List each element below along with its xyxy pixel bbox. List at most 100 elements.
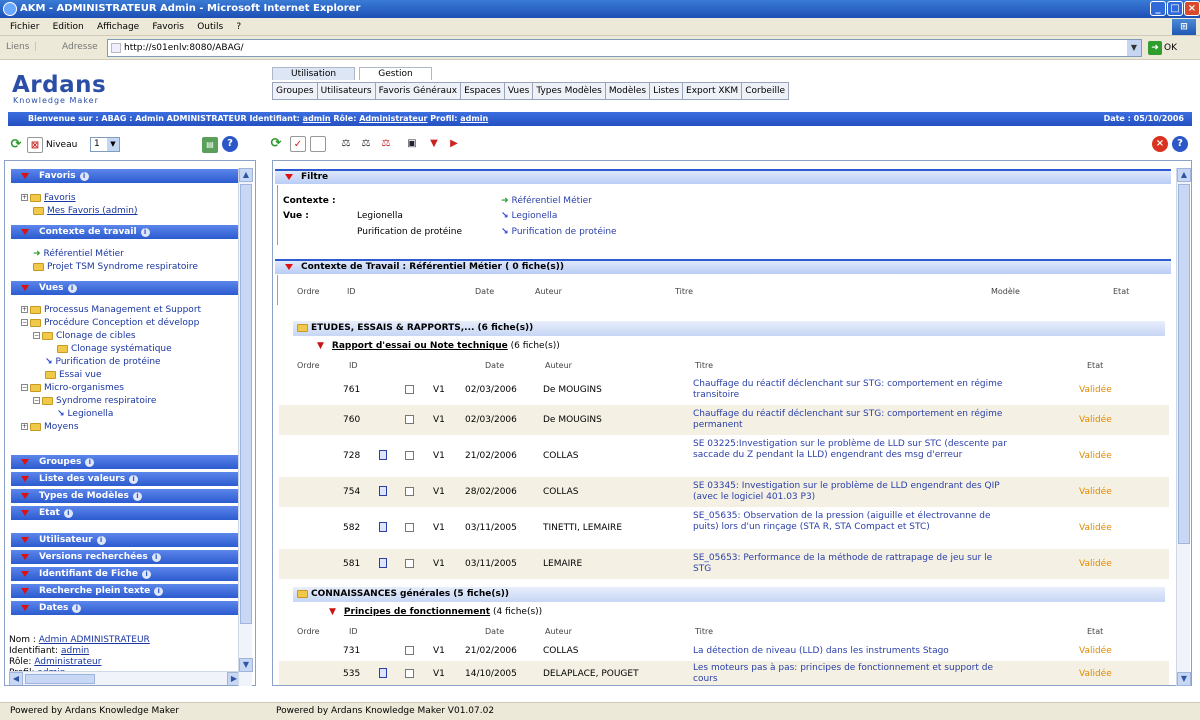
row-checkbox[interactable] — [405, 451, 414, 460]
table-row[interactable]: 760 V1 02/03/2006 De MOUGINS Chauffage d… — [279, 405, 1169, 435]
info-icon[interactable]: i — [67, 284, 77, 293]
scroll-down-icon[interactable]: ▼ — [1177, 672, 1191, 686]
info-icon[interactable]: i — [72, 604, 82, 613]
col-titre[interactable]: Titre — [695, 361, 713, 370]
col-id[interactable]: ID — [349, 361, 358, 370]
scroll-left-icon[interactable]: ◀ — [9, 672, 23, 685]
tree-item-essai-vue[interactable]: Essai vue — [45, 370, 102, 380]
tree-item-procedure[interactable]: − Procédure Conception et développ — [21, 318, 199, 328]
info-icon[interactable]: i — [132, 492, 142, 501]
row-checkbox[interactable] — [405, 646, 414, 655]
check-all-icon[interactable]: ✓ — [290, 136, 306, 152]
info-icon[interactable]: i — [79, 172, 89, 181]
filter-section[interactable]: Filtre — [275, 169, 1171, 184]
info-icon[interactable]: i — [140, 228, 150, 237]
nav-utilisateurs[interactable]: Utilisateurs — [318, 83, 376, 99]
expand-icon[interactable]: + — [21, 423, 28, 430]
row-checkbox[interactable] — [405, 385, 414, 394]
welcome-profil-link[interactable]: admin — [460, 114, 488, 123]
col-modele[interactable]: Modèle — [991, 287, 1020, 296]
col-auteur[interactable]: Auteur — [545, 361, 572, 370]
section-etat[interactable]: Etat i — [11, 506, 243, 520]
nav-vues[interactable]: Vues — [505, 83, 534, 99]
tree-item-referentiel[interactable]: ➜ Référentiel Métier — [33, 249, 124, 259]
nav-export-xkm[interactable]: Export XKM — [683, 83, 743, 99]
clear-filter-icon[interactable]: ⊠ — [27, 137, 43, 153]
collapse-tree-icon[interactable]: − — [21, 384, 28, 391]
subcategory-principes[interactable]: ▼ Principes de fonctionnement (4 fiche(s)… — [329, 607, 542, 617]
export-icon[interactable]: ▤ — [202, 137, 218, 153]
category-connaissances[interactable]: CONNAISSANCES générales (5 fiche(s)) — [293, 587, 1165, 602]
refresh-icon[interactable]: ⟳ — [268, 136, 284, 152]
info-icon[interactable]: i — [96, 536, 106, 545]
nav-listes[interactable]: Listes — [650, 83, 684, 99]
section-favoris[interactable]: Favoris i — [11, 169, 243, 183]
col-date[interactable]: Date — [475, 287, 494, 296]
close-window-button[interactable]: × — [1184, 1, 1200, 16]
row-titre[interactable]: La détection de niveau (LLD) dans les in… — [693, 646, 1033, 657]
section-utilisateur[interactable]: Utilisateur i — [11, 533, 243, 547]
col-titre[interactable]: Titre — [695, 627, 713, 636]
nav-types-modeles[interactable]: Types Modèles — [533, 83, 606, 99]
address-input[interactable]: http://s01enlv:8080/ABAG/ ▼ — [107, 39, 1142, 57]
tree-item-clonage-cibles[interactable]: − Clonage de cibles — [33, 331, 136, 341]
category-etudes[interactable]: ETUDES, ESSAIS & RAPPORTS,... (6 fiche(s… — [293, 321, 1165, 336]
chevron-down-icon[interactable]: ▼ — [1127, 40, 1141, 56]
row-titre[interactable]: SE_05635: Observation de la pression (ai… — [693, 511, 1013, 533]
expand-all-icon[interactable]: ▶ — [446, 136, 462, 152]
info-icon[interactable]: i — [142, 570, 152, 579]
section-recherche[interactable]: Recherche plein texte i — [11, 584, 243, 598]
collapse-tree-icon[interactable]: − — [21, 319, 28, 326]
col-auteur[interactable]: Auteur — [535, 287, 562, 296]
row-checkbox[interactable] — [405, 559, 414, 568]
welcome-id-link[interactable]: admin — [303, 114, 331, 123]
scroll-thumb[interactable] — [240, 184, 252, 624]
help-icon[interactable]: ? — [222, 136, 238, 152]
collapse-all-icon[interactable]: ▼ — [426, 136, 442, 152]
scroll-thumb[interactable] — [25, 674, 95, 684]
tree-item-favoris[interactable]: + Favoris — [21, 193, 76, 203]
col-titre[interactable]: Titre — [675, 287, 693, 296]
row-titre[interactable]: SE 03225:Investigation sur le problème d… — [693, 439, 1013, 461]
maximize-button[interactable]: □ — [1167, 1, 1183, 16]
section-contexte[interactable]: Contexte de travail i — [11, 225, 243, 239]
menu-outils[interactable]: Outils — [197, 22, 223, 32]
row-titre[interactable]: Chauffage du réactif déclenchant sur STG… — [693, 409, 1013, 431]
menu-edition[interactable]: Edition — [53, 22, 84, 32]
info-icon[interactable]: i — [85, 458, 95, 467]
uncheck-all-icon[interactable] — [310, 136, 326, 152]
scroll-up-icon[interactable]: ▲ — [239, 168, 253, 182]
col-ordre[interactable]: Ordre — [297, 287, 320, 296]
nav-modeles[interactable]: Modèles — [606, 83, 651, 99]
context-section[interactable]: Contexte de Travail : Référentiel Métier… — [275, 259, 1171, 274]
row-titre[interactable]: Les moteurs pas à pas: principes de fonc… — [693, 663, 1013, 685]
row-checkbox[interactable] — [405, 523, 414, 532]
table-row[interactable]: 754 V1 28/02/2006 COLLAS SE 03345: Inves… — [279, 477, 1169, 507]
table-row[interactable]: 761 V1 02/03/2006 De MOUGINS Chauffage d… — [279, 375, 1169, 405]
tree-item-projet-tsm[interactable]: Projet TSM Syndrome respiratoire — [33, 262, 198, 272]
filter-contexte-link[interactable]: ➜ Référentiel Métier — [501, 196, 592, 206]
left-vscrollbar[interactable]: ▲ ▼ — [238, 168, 253, 686]
tree-item-clonage-systematique[interactable]: Clonage systématique — [57, 344, 172, 354]
tab-gestion[interactable]: Gestion — [359, 67, 432, 80]
col-ordre[interactable]: Ordre — [297, 361, 320, 370]
main-vscrollbar[interactable]: ▲ ▼ — [1176, 168, 1191, 686]
info-icon[interactable]: i — [129, 475, 139, 484]
nav-groupes[interactable]: Groupes — [273, 83, 318, 99]
minimize-button[interactable]: _ — [1150, 1, 1166, 16]
section-dates[interactable]: Dates i — [11, 601, 243, 615]
niveau-select[interactable]: 1 ▼ — [90, 137, 120, 152]
basket-add-icon[interactable]: ⚖ — [358, 136, 374, 152]
col-date[interactable]: Date — [485, 627, 504, 636]
tree-item-moyens[interactable]: + Moyens — [21, 422, 79, 432]
scroll-down-icon[interactable]: ▼ — [239, 658, 253, 672]
row-checkbox[interactable] — [405, 669, 414, 678]
row-checkbox[interactable] — [405, 487, 414, 496]
menu-favoris[interactable]: Favoris — [152, 22, 184, 32]
section-liste-valeurs[interactable]: Liste des valeurs i — [11, 472, 243, 486]
nav-corbeille[interactable]: Corbeille — [742, 83, 788, 99]
filter-vue-link[interactable]: ↘ Legionella — [501, 211, 557, 221]
table-row[interactable]: 728 V1 21/02/2006 COLLAS SE 03225:Invest… — [279, 435, 1169, 477]
document-icon[interactable] — [379, 558, 387, 568]
col-etat[interactable]: Etat — [1113, 287, 1129, 296]
